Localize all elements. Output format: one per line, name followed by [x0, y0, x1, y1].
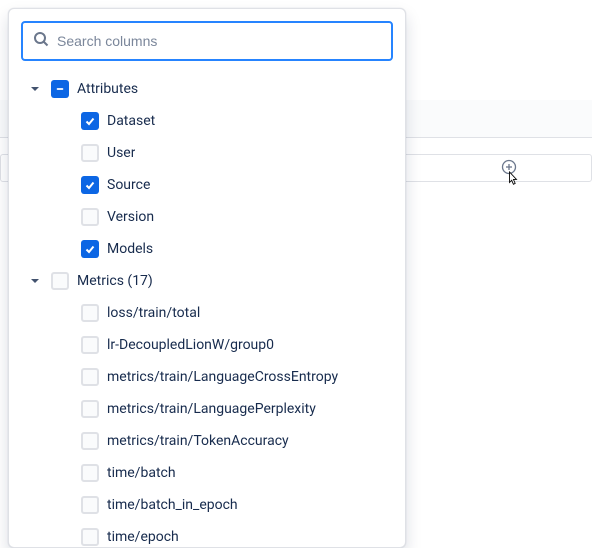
- checkbox-unchecked[interactable]: [81, 144, 99, 162]
- checkbox-unchecked[interactable]: [81, 368, 99, 386]
- list-item[interactable]: lr-DecoupledLionW/group0: [21, 329, 393, 361]
- item-label: time/batch_in_epoch: [107, 497, 238, 513]
- item-label: metrics/train/LanguagePerplexity: [107, 401, 316, 417]
- checkbox-unchecked[interactable]: [81, 432, 99, 450]
- chevron-down-icon: [27, 273, 43, 289]
- list-item[interactable]: metrics/train/LanguageCrossEntropy: [21, 361, 393, 393]
- search-box[interactable]: [21, 21, 393, 61]
- list-item[interactable]: Source: [21, 169, 393, 201]
- checkbox-unchecked[interactable]: [81, 496, 99, 514]
- checkbox-checked[interactable]: [81, 176, 99, 194]
- column-picker-panel: Attributes Dataset User Source Version: [8, 8, 406, 548]
- list-item[interactable]: metrics/train/LanguagePerplexity: [21, 393, 393, 425]
- item-label: metrics/train/LanguageCrossEntropy: [107, 369, 338, 385]
- list-item[interactable]: time/batch_in_epoch: [21, 489, 393, 521]
- checkbox-checked[interactable]: [81, 240, 99, 258]
- item-label: Models: [107, 241, 153, 257]
- item-label: Source: [107, 177, 150, 193]
- group-row-attributes[interactable]: Attributes: [21, 73, 393, 105]
- checkbox-unchecked[interactable]: [81, 336, 99, 354]
- item-label: time/epoch: [107, 529, 179, 545]
- list-item[interactable]: time/epoch: [21, 521, 393, 548]
- chevron-down-icon: [27, 81, 43, 97]
- list-item[interactable]: Dataset: [21, 105, 393, 137]
- checkbox-unchecked[interactable]: [81, 208, 99, 226]
- item-label: metrics/train/TokenAccuracy: [107, 433, 289, 449]
- checkbox-unchecked[interactable]: [81, 400, 99, 418]
- search-input[interactable]: [57, 33, 381, 49]
- checkbox-indeterminate[interactable]: [51, 80, 69, 98]
- list-item[interactable]: Models: [21, 233, 393, 265]
- checkbox-checked[interactable]: [81, 112, 99, 130]
- item-label: Version: [107, 209, 154, 225]
- list-item[interactable]: metrics/train/TokenAccuracy: [21, 425, 393, 457]
- group-label: Attributes: [77, 81, 138, 97]
- list-item[interactable]: loss/train/total: [21, 297, 393, 329]
- group-row-metrics[interactable]: Metrics (17): [21, 265, 393, 297]
- list-item[interactable]: time/batch: [21, 457, 393, 489]
- list-item[interactable]: User: [21, 137, 393, 169]
- group-label: Metrics (17): [77, 273, 153, 289]
- item-label: Dataset: [107, 113, 155, 129]
- column-tree: Attributes Dataset User Source Version: [9, 73, 405, 548]
- item-label: loss/train/total: [107, 305, 200, 321]
- checkbox-unchecked[interactable]: [51, 272, 69, 290]
- search-icon: [33, 31, 49, 51]
- checkbox-unchecked[interactable]: [81, 464, 99, 482]
- checkbox-unchecked[interactable]: [81, 528, 99, 546]
- item-label: User: [107, 145, 135, 161]
- list-item[interactable]: Version: [21, 201, 393, 233]
- add-column-button[interactable]: [501, 159, 517, 175]
- checkbox-unchecked[interactable]: [81, 304, 99, 322]
- item-label: lr-DecoupledLionW/group0: [107, 337, 274, 353]
- item-label: time/batch: [107, 465, 176, 481]
